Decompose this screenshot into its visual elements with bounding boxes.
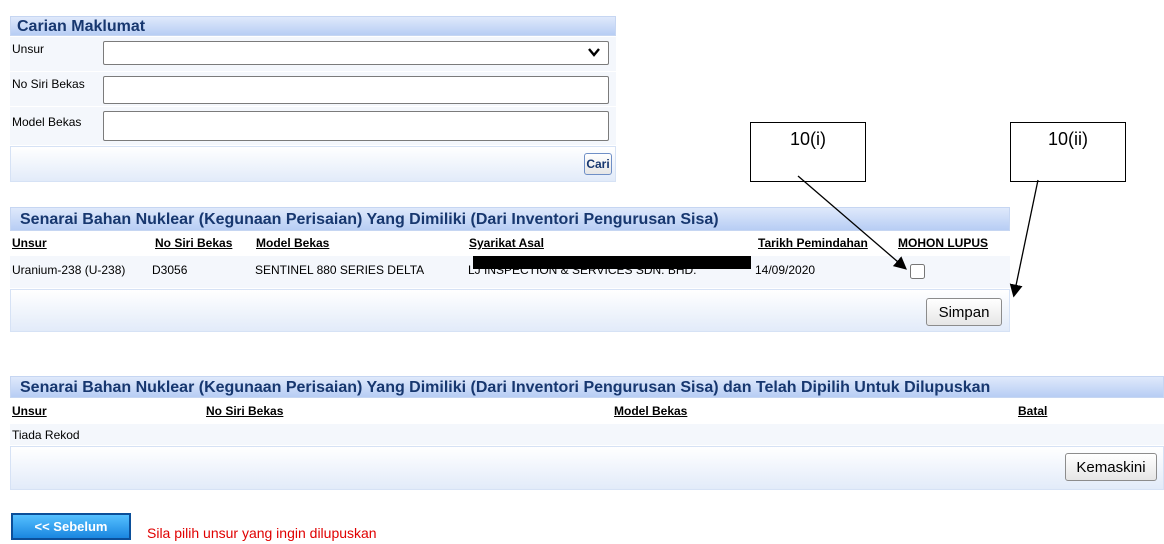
empty-row: [10, 424, 1164, 445]
col-header-batal[interactable]: Batal: [1015, 404, 1047, 418]
empty-text: Tiada Rekod: [12, 428, 80, 442]
selected-table-footer: [10, 446, 1164, 490]
col-header-model-selected[interactable]: Model Bekas: [611, 404, 687, 418]
col-header-no-siri-selected[interactable]: No Siri Bekas: [203, 404, 283, 418]
back-button-label: << Sebelum: [34, 519, 108, 534]
selected-table-header: Senarai Bahan Nuklear (Kegunaan Perisaia…: [10, 376, 1164, 398]
selected-table-title: Senarai Bahan Nuklear (Kegunaan Perisaia…: [20, 379, 991, 396]
kemaskini-button[interactable]: Kemaskini: [1065, 453, 1157, 481]
arrow-10ii: [1009, 179, 1039, 298]
kemaskini-button-label: Kemaskini: [1076, 458, 1146, 476]
col-header-unsur-selected[interactable]: Unsur: [12, 404, 47, 418]
instruction-message: Sila pilih unsur yang ingin dilupuskan: [147, 525, 377, 541]
arrow-10i: [797, 175, 907, 270]
back-button[interactable]: << Sebelum: [11, 513, 131, 540]
selected-table-header-row: [10, 399, 1164, 421]
